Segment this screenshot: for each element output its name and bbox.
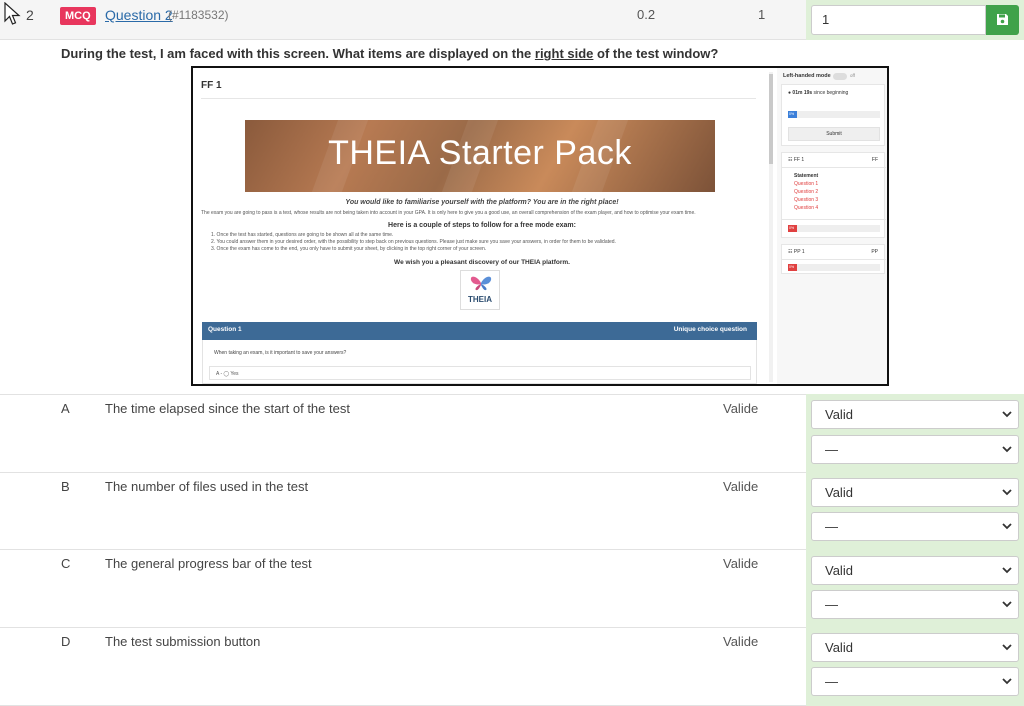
mouse-cursor-icon xyxy=(4,2,21,25)
answer-letter: D xyxy=(61,634,71,649)
answer-text: The time elapsed since the start of the … xyxy=(105,401,350,416)
section-card-pp: ☷ PP 1 PP 0% xyxy=(781,244,886,274)
save-icon xyxy=(997,14,1008,25)
save-button[interactable] xyxy=(986,5,1019,35)
image-question-header: Question 1 Unique choice question xyxy=(202,322,757,340)
left-handed-mode-label: Left-handed mode xyxy=(783,73,831,79)
answer-validity-select[interactable]: Valid xyxy=(811,633,1019,662)
image-main-area: FF 1 THEIA Starter Pack You would like t… xyxy=(193,68,771,384)
chevron-down-icon xyxy=(1002,601,1012,608)
answer-letter: A xyxy=(61,401,70,416)
row-divider xyxy=(0,549,806,550)
image-banner: THEIA Starter Pack xyxy=(245,120,715,192)
answer-text: The general progress bar of the test xyxy=(105,556,312,571)
section-progress-bar: 0% xyxy=(788,225,880,232)
answer-grade-select[interactable]: — xyxy=(811,512,1019,541)
image-submit-button: Submit xyxy=(788,127,880,141)
answer-status: Valide xyxy=(723,634,759,649)
image-section-title: FF 1 xyxy=(201,80,222,91)
answer-grade-select[interactable]: — xyxy=(811,435,1019,464)
question-list-item: Question 4 xyxy=(794,205,819,211)
image-question-prompt: When taking an exam, is it important to … xyxy=(214,350,347,356)
section-progress-bar: 0% xyxy=(788,264,880,271)
answer-grade-select[interactable]: — xyxy=(811,667,1019,696)
image-wish: We wish you a pleasant discovery of our … xyxy=(394,259,570,266)
image-subtitle: You would like to familiarise yourself w… xyxy=(345,199,619,206)
image-scrollbar xyxy=(769,72,773,382)
question-list-item: Question 3 xyxy=(794,197,819,203)
chevron-down-icon xyxy=(1002,523,1012,530)
image-step: 2. You could answer them in your desired… xyxy=(211,239,616,245)
question-image: FF 1 THEIA Starter Pack You would like t… xyxy=(191,66,889,386)
theia-logo: THEIA xyxy=(460,270,500,310)
question-number: 2 xyxy=(26,7,34,23)
question-score: 0.2 xyxy=(637,7,656,22)
answer-text: The number of files used in the test xyxy=(105,479,309,494)
image-divider xyxy=(201,98,756,99)
answer-text: The test submission button xyxy=(105,634,261,649)
image-question-body: When taking an exam, is it important to … xyxy=(202,340,757,384)
statement-label: Statement xyxy=(794,173,819,179)
left-handed-toggle xyxy=(833,73,847,80)
toggle-state: off xyxy=(850,73,855,78)
image-sidebar: Left-handed mode off ● 01m 19s since beg… xyxy=(777,68,887,384)
section-card-ff: ☷ FF 1 FF Statement Question 1 Question … xyxy=(781,152,886,238)
row-divider xyxy=(0,394,806,395)
answer-status: Valide xyxy=(723,479,759,494)
image-steps-heading: Here is a couple of steps to follow for … xyxy=(388,222,576,229)
question-list-item: Question 2 xyxy=(794,189,819,195)
image-intro: The exam you are going to pass is a test… xyxy=(201,210,696,216)
section-name: ☷ FF 1 xyxy=(788,157,805,163)
image-question-label: Question 1 xyxy=(208,326,242,333)
answer-validity-select[interactable]: Valid xyxy=(811,556,1019,585)
timer-card: ● 01m 19s since beginning 0% Submit xyxy=(781,84,885,146)
chevron-down-icon xyxy=(1002,678,1012,685)
row-divider xyxy=(0,627,806,628)
image-question-type: Unique choice question xyxy=(673,326,747,333)
global-progress-bar: 0% xyxy=(788,111,880,118)
answer-validity-select[interactable]: Valid xyxy=(811,400,1019,429)
answer-grade-select[interactable]: — xyxy=(811,590,1019,619)
section-code: FF xyxy=(871,157,878,163)
answer-status: Valide xyxy=(723,401,759,416)
chevron-down-icon xyxy=(1002,567,1012,574)
chevron-down-icon xyxy=(1002,446,1012,453)
chevron-down-icon xyxy=(1002,411,1012,418)
row-divider xyxy=(0,472,806,473)
section-code: PP xyxy=(871,249,878,255)
question-id: (#1183532) xyxy=(168,8,229,22)
elapsed-time: ● 01m 19s since beginning xyxy=(788,90,849,96)
chevron-down-icon xyxy=(1002,489,1012,496)
image-step: 3. Once the exam has come to the end, yo… xyxy=(211,246,487,252)
banner-title: THEIA Starter Pack xyxy=(328,134,632,172)
question-list-item: Question 1 xyxy=(794,181,819,187)
image-step: 1. Once the test has started, questions … xyxy=(211,232,394,238)
question-link[interactable]: Question 2 xyxy=(105,7,173,23)
question-coefficient: 1 xyxy=(758,7,766,22)
butterfly-icon xyxy=(470,276,492,291)
logo-text: THEIA xyxy=(468,295,492,304)
points-input[interactable]: 1 xyxy=(811,5,986,35)
answer-validity-select[interactable]: Valid xyxy=(811,478,1019,507)
answer-status: Valide xyxy=(723,556,759,571)
chevron-down-icon xyxy=(1002,644,1012,651)
question-text: During the test, I am faced with this sc… xyxy=(61,46,719,61)
answer-letter: C xyxy=(61,556,71,571)
image-question-option: A - ◯ Yes xyxy=(209,366,751,380)
answer-letter: B xyxy=(61,479,70,494)
question-type-badge: MCQ xyxy=(60,7,96,25)
section-name: ☷ PP 1 xyxy=(788,249,805,255)
